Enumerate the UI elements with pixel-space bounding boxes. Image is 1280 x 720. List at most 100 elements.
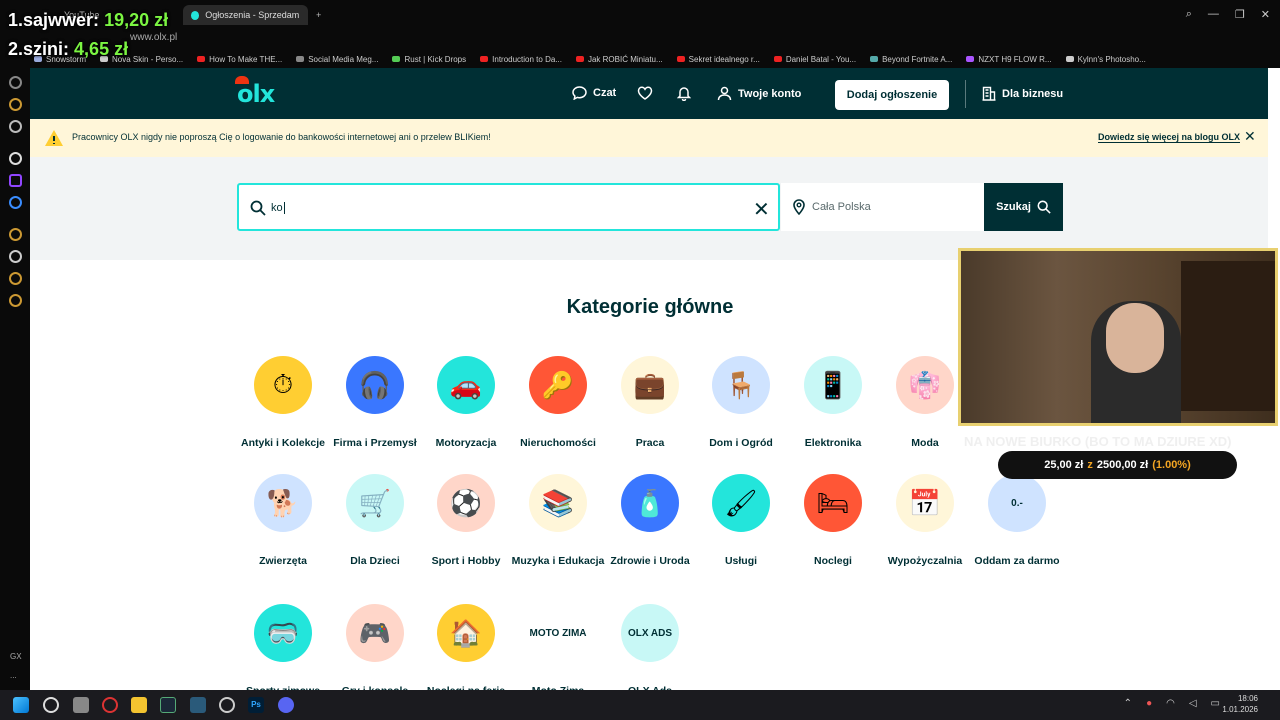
search-icon[interactable]: ⌕ [1186,8,1192,21]
file-explorer-icon[interactable] [131,697,147,713]
category-tile[interactable]: 🚗 Motoryzacja [418,356,514,450]
category-tile[interactable]: MOTO ZIMAMoto Zima [510,604,606,698]
bookmark[interactable]: Kylnn's Photosho... [1065,55,1146,64]
category-icon: 🎮 [346,604,404,662]
chat-label: Czat [593,87,617,99]
task-view-icon[interactable] [73,697,89,713]
clock[interactable]: 18:06 1.01.2026 [1222,693,1258,715]
extension-icon[interactable] [9,272,22,285]
twitch-icon[interactable] [9,174,22,187]
bookmark[interactable]: Beyond Fortnite A... [870,55,952,64]
business-link[interactable]: Dla biznesu [982,86,1063,101]
category-tile[interactable]: ⏱ Antyki i Kolekcje [235,356,331,450]
notifications-button[interactable] [677,86,691,101]
brush-icon[interactable] [9,228,22,241]
search-icon[interactable] [43,697,59,713]
search-input[interactable]: ko ✕ [237,183,780,231]
category-icon: 🛒 [346,474,404,532]
extension-icon[interactable] [9,98,22,111]
volume-icon[interactable]: ◁ [1189,698,1197,709]
category-tile[interactable]: 0.- Oddam za darmo [969,474,1065,568]
battery-icon[interactable]: ▭ [1211,698,1220,709]
category-glyph: 📅 [908,487,942,518]
discord-icon[interactable] [278,697,294,713]
bookmark[interactable]: Introduction to Da... [480,55,562,64]
category-tile[interactable]: 🖌 Usługi [693,474,789,568]
category-tile[interactable]: OLX ADSOLX Ads [602,604,698,698]
windows-start-icon[interactable] [13,697,29,713]
category-tile[interactable]: 📚 Muzyka i Edukacja [510,474,606,568]
browser-tab-bar: YouTube Ogłoszenia - Sprzedam, k + ⌕ — ❐… [0,0,1280,30]
add-listing-button[interactable]: Dodaj ogłoszenie [835,80,949,110]
location-input[interactable]: Cała Polska [781,183,984,231]
mic-icon[interactable]: ● [1146,698,1152,709]
bookmark[interactable]: Sekret idealnego r... [676,55,760,64]
chevron-up-icon[interactable]: ⌃ [1124,698,1132,709]
category-tile[interactable]: 🪑 Dom i Ogród [693,356,789,450]
bookmark[interactable]: Jak ROBIĆ Miniatu... [575,55,663,64]
category-tile[interactable]: 📱 Elektronika [785,356,881,450]
category-glyph: 🏠 [449,617,483,648]
category-glyph: 🛒 [358,487,392,518]
app-icon[interactable] [190,697,206,713]
more-icon[interactable]: ... [10,671,17,680]
category-tile[interactable]: 📅 Wypożyczalnia [877,474,973,568]
new-tab-button[interactable]: + [308,5,329,25]
bookmark[interactable]: Rust | Kick Drops [392,55,466,64]
chat-link[interactable]: Czat [572,86,616,100]
category-tile[interactable]: 🎮Gry i konsole [327,604,423,698]
clear-search-icon[interactable]: ✕ [753,197,770,222]
category-tile[interactable]: 🧴 Zdrowie i Uroda [602,474,698,568]
category-tile[interactable]: 💼 Praca [602,356,698,450]
category-tile[interactable]: ⚽ Sport i Hobby [418,474,514,568]
banner-close-icon[interactable]: ✕ [1244,128,1256,145]
messenger-icon[interactable] [9,196,22,209]
tab-olx[interactable]: Ogłoszenia - Sprzedam, k [183,5,308,25]
category-label: Antyki i Kolekcje [240,437,326,449]
location-pin-icon [793,199,805,215]
category-label: Dom i Ogród [709,437,773,449]
category-tile[interactable]: 🔑 Nieruchomości [510,356,606,450]
category-tile[interactable]: 🛏 Noclegi [785,474,881,568]
bookmark[interactable]: NZXT H9 FLOW R... [966,55,1052,64]
settings-icon[interactable] [9,294,22,307]
chrome-icon[interactable] [219,697,235,713]
banner-blog-link[interactable]: Dowiedz się więcej na blogu OLX [1098,132,1241,143]
category-tile[interactable]: 🥽Sporty zimowe [235,604,331,698]
category-label: Oddam za darmo [974,555,1060,567]
category-tile[interactable]: 🎧 Firma i Przemysł [327,356,423,450]
category-icon: 🔑 [529,356,587,414]
wifi-icon[interactable]: ◠ [1166,698,1175,709]
category-tile[interactable]: 🐕 Zwierzęta [235,474,331,568]
category-icon: 👘 [896,356,954,414]
category-label: Zwierzęta [259,555,307,567]
clock-icon[interactable] [9,250,22,263]
account-link[interactable]: Twoje konto [717,86,801,101]
time: 18:06 [1237,694,1258,703]
bookmark[interactable]: Daniel Batal - You... [773,55,856,64]
chatgpt-icon[interactable] [9,152,22,165]
restore-icon[interactable]: ❐ [1235,8,1245,21]
category-icon: 📅 [896,474,954,532]
category-label: Motoryzacja [435,437,497,449]
search-button[interactable]: Szukaj [984,183,1063,231]
minimize-icon[interactable]: — [1208,8,1219,21]
category-icon: 🥽 [254,604,312,662]
olx-favicon-icon [191,10,200,20]
gx-label[interactable]: GX [10,652,22,661]
donor-name: szini: [23,39,70,59]
olx-logo[interactable]: olx [235,76,275,108]
close-icon[interactable]: ✕ [1261,8,1270,21]
photoshop-icon[interactable]: Ps [248,697,264,713]
bookmark[interactable]: Social Media Meg... [296,55,378,64]
category-tile[interactable]: 🏠Noclegi na ferie [418,604,514,698]
donor-amount: 19,20 zł [104,10,169,30]
crossed-icon[interactable] [9,120,22,133]
category-icon: 🪑 [712,356,770,414]
compass-icon[interactable] [9,76,22,89]
steam-icon[interactable] [160,697,176,713]
opera-gx-icon[interactable] [102,697,118,713]
favorites-button[interactable] [637,86,653,100]
bookmark[interactable]: How To Make THE... [197,55,282,64]
category-tile[interactable]: 🛒 Dla Dzieci [327,474,423,568]
